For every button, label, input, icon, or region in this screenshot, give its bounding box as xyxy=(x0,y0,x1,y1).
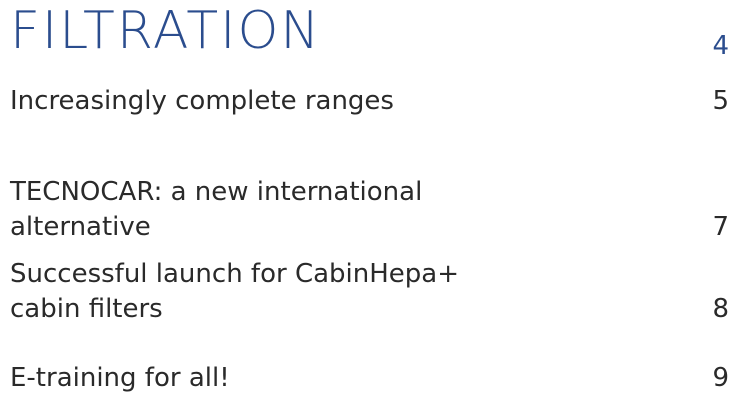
toc-entry-label: TECNOCAR: a new international alternativ… xyxy=(10,177,423,242)
section-title: FILTRATION xyxy=(10,1,322,61)
toc-entry-label-line-1: Successful launch for CabinHepa+ xyxy=(10,259,460,289)
toc-entry[interactable]: Successful launch for CabinHepa+ cabin fi… xyxy=(10,257,729,327)
toc-entry-page: 8 xyxy=(712,294,729,324)
toc-entry[interactable]: Increasingly complete ranges 5 xyxy=(10,84,729,119)
toc-entry-label: E-training for all! xyxy=(10,363,230,393)
toc-entry[interactable]: TECNOCAR: a new international alternativ… xyxy=(10,175,729,245)
toc-entry-label: Successful launch for CabinHepa+ cabin fi… xyxy=(10,257,459,327)
section-page-number: 4 xyxy=(712,31,729,61)
table-of-contents: FILTRATION 4 Increasingly complete range… xyxy=(0,0,747,415)
toc-entry-label-line-2: cabin filters xyxy=(10,294,163,324)
toc-entry[interactable]: E-training for all! 9 xyxy=(10,361,729,396)
toc-entry-page: 9 xyxy=(712,363,729,393)
toc-entry-page: 5 xyxy=(712,86,729,116)
toc-entry-label: Increasingly complete ranges xyxy=(10,86,394,116)
toc-entry-page: 7 xyxy=(712,212,729,242)
